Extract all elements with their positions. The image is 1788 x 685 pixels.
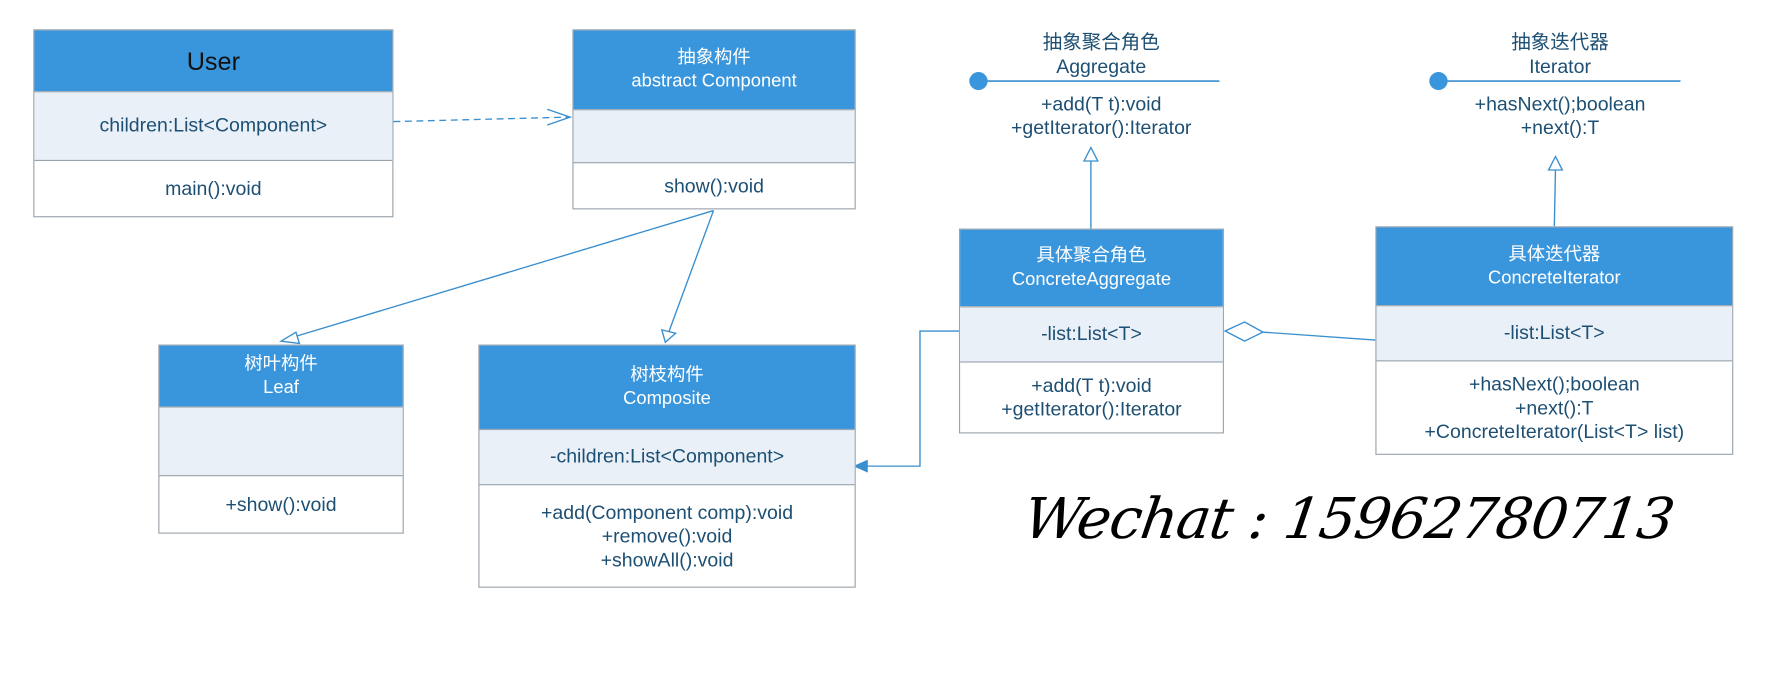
class-name-en: Leaf — [263, 378, 299, 398]
attribute-text: children:List<Component> — [99, 114, 328, 137]
class-header: 树叶构件 Leaf — [159, 345, 403, 407]
aggregation-diamond — [1223, 321, 1265, 342]
class-user[interactable]: User children:List<Component> main():voi… — [33, 29, 394, 218]
class-attribute — [573, 109, 855, 164]
operation-text: +remove():void — [601, 525, 733, 547]
class-name-cn: 抽象构件 — [677, 48, 751, 68]
attribute-text: -list:List<T> — [1503, 322, 1605, 344]
class-name-en: Composite — [623, 389, 711, 409]
interface-iterator[interactable]: 抽象迭代器 Iterator +hasNext();boolean +next(… — [1445, 30, 1674, 139]
class-name-en: ConcreteIterator — [1488, 268, 1621, 288]
class-attribute: children:List<Component> — [34, 91, 393, 162]
operation-text: +hasNext();boolean — [1468, 373, 1640, 395]
leaf-generalization-arrowhead — [279, 331, 301, 345]
aggregate-interface-ball — [969, 72, 988, 91]
interface-name-cn: 抽象迭代器 — [1511, 31, 1609, 53]
uml-diagram: User children:List<Component> main():voi… — [0, 0, 1788, 685]
iterator-realization-arrowhead — [1547, 154, 1564, 171]
class-attribute: -list:List<T> — [1376, 305, 1733, 362]
aggregation-line — [1262, 331, 1376, 341]
interface-operation: +getIterator():Iterator — [1010, 117, 1192, 139]
aggregate-realization-arrowhead — [1082, 145, 1099, 162]
operation-text: +add(Component comp):void — [541, 501, 794, 523]
association-arrowhead — [853, 459, 868, 473]
class-composite[interactable]: 树枝构件 Composite -children:List<Component>… — [478, 344, 856, 588]
attribute-text: -list:List<T> — [1041, 323, 1142, 345]
operation-text: +showAll():void — [600, 548, 734, 571]
class-operations: show():void — [574, 163, 855, 208]
class-operations: +show():void — [159, 476, 402, 532]
interface-name-en: Iterator — [1529, 56, 1591, 78]
dependency-line — [393, 116, 571, 123]
attribute-text: -children:List<Component> — [549, 445, 785, 468]
composite-generalization-line — [668, 210, 715, 333]
wechat-watermark: Wechat : 15962780713 — [1019, 486, 1678, 552]
class-operations: +add(Component comp):void +remove():void… — [479, 485, 854, 586]
interface-name-cn: 抽象聚合角色 — [1042, 31, 1160, 53]
class-operations: +hasNext();boolean +next():T +ConcreteIt… — [1377, 361, 1733, 453]
operation-text: +add(T t):void — [1031, 374, 1152, 397]
class-attribute — [159, 406, 403, 477]
class-name-cn: 具体聚合角色 — [1036, 246, 1147, 266]
class-concrete-iterator[interactable]: 具体迭代器 ConcreteIterator -list:List<T> +ha… — [1375, 226, 1734, 455]
interface-operation: +add(T t):void — [1040, 93, 1162, 115]
class-header: User — [34, 30, 393, 92]
interface-operation: +hasNext();boolean — [1474, 93, 1646, 115]
class-concrete-aggregate[interactable]: 具体聚合角色 ConcreteAggregate -list:List<T> +… — [958, 228, 1224, 434]
operation-text: +next():T — [1515, 396, 1594, 419]
class-operations: main():void — [34, 161, 392, 216]
class-attribute: -list:List<T> — [960, 306, 1223, 363]
operation-text: +show():void — [225, 493, 337, 516]
operation-text: show():void — [664, 175, 764, 197]
interface-name-en: Aggregate — [1056, 56, 1147, 78]
class-header: 具体聚合角色 ConcreteAggregate — [960, 229, 1223, 307]
class-operations: +add(T t):void +getIterator():Iterator — [960, 363, 1223, 433]
class-name: User — [186, 46, 240, 75]
interface-aggregate[interactable]: 抽象聚合角色 Aggregate +add(T t):void +getIter… — [987, 30, 1216, 139]
operation-text: main():void — [165, 177, 262, 200]
composite-generalization-arrowhead — [660, 328, 678, 344]
leaf-generalization-line — [294, 209, 714, 338]
class-header: 具体迭代器 ConcreteIterator — [1376, 227, 1733, 306]
class-header: 树枝构件 Composite — [479, 345, 855, 429]
interface-operation: +next():T — [1520, 117, 1600, 139]
operation-text: +ConcreteIterator(List<T> list) — [1424, 420, 1685, 442]
class-leaf[interactable]: 树叶构件 Leaf +show():void — [158, 344, 404, 534]
class-name-en: abstract Component — [631, 72, 797, 92]
class-name-en: ConcreteAggregate — [1011, 270, 1172, 290]
association-line — [858, 330, 959, 467]
operation-text: +getIterator():Iterator — [1001, 398, 1182, 420]
class-name-cn: 具体迭代器 — [1508, 244, 1601, 265]
class-name-cn: 树叶构件 — [244, 354, 318, 374]
class-component[interactable]: 抽象构件 abstract Component show():void — [572, 29, 856, 210]
iterator-realization-line — [1553, 169, 1557, 227]
class-attribute: -children:List<Component> — [479, 428, 855, 486]
class-name-cn: 树枝构件 — [630, 365, 704, 386]
class-header: 抽象构件 abstract Component — [573, 30, 855, 110]
